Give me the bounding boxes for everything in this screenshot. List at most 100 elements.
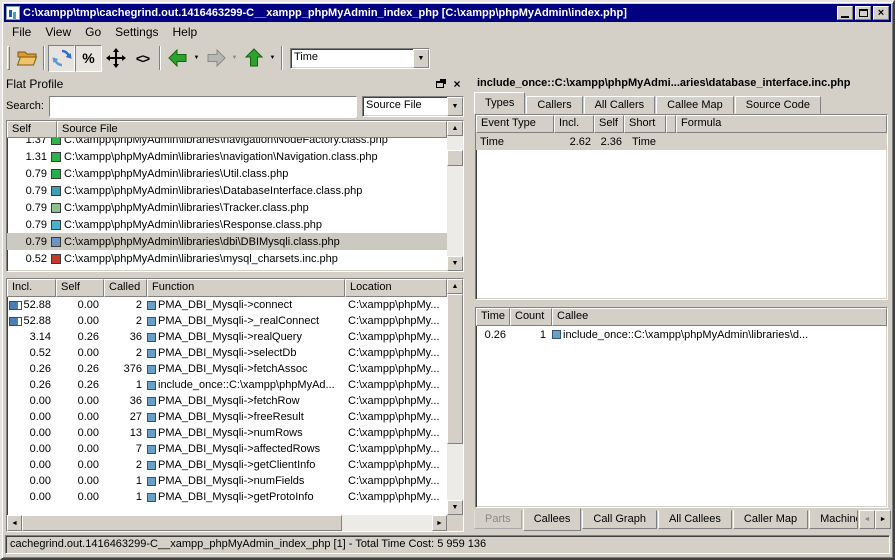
column-header-formula[interactable]: Formula bbox=[676, 115, 887, 133]
vertical-scrollbar[interactable]: ▲ ▼ bbox=[447, 279, 463, 515]
table-row[interactable]: 0.000.007 PMA_DBI_Mysqli->affectedRows C… bbox=[7, 441, 447, 457]
tab-callers[interactable]: Callers bbox=[526, 96, 582, 114]
column-header-self[interactable]: Self bbox=[594, 115, 624, 133]
tab-all-callers[interactable]: All Callers bbox=[584, 96, 656, 114]
scrollbar-thumb[interactable] bbox=[22, 515, 342, 531]
column-header-location[interactable]: Location bbox=[345, 279, 447, 297]
menu-go[interactable]: Go bbox=[78, 23, 108, 41]
cost-bar-icon bbox=[9, 301, 22, 310]
app-window: C:\xampp\tmp\cachegrind.out.1416463299-C… bbox=[0, 0, 895, 560]
column-header-incl[interactable]: Incl. bbox=[554, 115, 594, 133]
detail-pane: include_once::C:\xampp\phpMyAdmi...aries… bbox=[472, 76, 891, 532]
expand-areas-button[interactable] bbox=[102, 45, 129, 72]
list-item[interactable]: 0.52C:\xampp\phpMyAdmin\libraries\user_p… bbox=[7, 267, 447, 271]
cycle-detection-button[interactable] bbox=[48, 45, 75, 72]
scrollbar-thumb[interactable] bbox=[447, 150, 463, 166]
list-item[interactable]: 1.31C:\xampp\phpMyAdmin\libraries\naviga… bbox=[7, 148, 447, 165]
scroll-left-button[interactable]: ◄ bbox=[7, 515, 22, 531]
tab-source-code[interactable]: Source Code bbox=[735, 96, 821, 114]
percentage-button[interactable]: % bbox=[75, 45, 102, 72]
list-item[interactable]: 1.37C:\xampp\phpMyAdmin\libraries\naviga… bbox=[7, 138, 447, 148]
pane-splitter[interactable] bbox=[472, 300, 891, 307]
tab-scroll-right-button[interactable]: ► bbox=[875, 510, 891, 529]
scrollbar-track[interactable] bbox=[22, 515, 432, 531]
column-header-self[interactable]: Self bbox=[56, 279, 104, 297]
scroll-up-button[interactable]: ▲ bbox=[447, 121, 463, 136]
forward-button[interactable] bbox=[202, 45, 229, 72]
column-header-function[interactable]: Function bbox=[147, 279, 345, 297]
table-row[interactable]: 3.140.2636 PMA_DBI_Mysqli->realQuery C:\… bbox=[7, 329, 447, 345]
maximize-button[interactable] bbox=[855, 6, 871, 20]
tab-scroll-left-button[interactable]: ◄ bbox=[859, 510, 875, 529]
menu-file[interactable]: File bbox=[5, 23, 38, 41]
table-row[interactable]: 0.000.0027 PMA_DBI_Mysqli->freeResult C:… bbox=[7, 409, 447, 425]
table-row[interactable]: 0.000.0036 PMA_DBI_Mysqli->fetchRow C:\x… bbox=[7, 393, 447, 409]
close-dock-button[interactable]: × bbox=[450, 78, 464, 91]
back-button[interactable] bbox=[164, 45, 191, 72]
column-header-short[interactable]: Short bbox=[624, 115, 666, 133]
dock-title-bar[interactable]: Flat Profile × bbox=[4, 76, 466, 92]
tab-caller-map[interactable]: Caller Map bbox=[733, 510, 808, 529]
tab-parts[interactable]: Parts bbox=[474, 510, 522, 529]
open-file-button[interactable] bbox=[13, 45, 40, 72]
list-item[interactable]: 0.52C:\xampp\phpMyAdmin\libraries\mysql_… bbox=[7, 250, 447, 267]
list-item[interactable]: 0.79C:\xampp\phpMyAdmin\libraries\Util.c… bbox=[7, 165, 447, 182]
callee-row[interactable]: 0.26 1 include_once::C:\xampp\phpMyAdmin… bbox=[476, 326, 887, 343]
scroll-down-button[interactable]: ▼ bbox=[447, 256, 463, 271]
back-dropdown-caret[interactable]: ▼ bbox=[191, 45, 202, 72]
up-dropdown-caret[interactable]: ▼ bbox=[267, 45, 278, 72]
scroll-right-button[interactable]: ► bbox=[432, 515, 447, 531]
tab-machine-code[interactable]: Machine bbox=[809, 510, 858, 529]
title-bar[interactable]: C:\xampp\tmp\cachegrind.out.1416463299-C… bbox=[4, 4, 891, 22]
relative-cost-button[interactable]: <> bbox=[129, 45, 156, 72]
scrollbar-track[interactable] bbox=[447, 136, 463, 256]
column-header-event-type[interactable]: Event Type bbox=[476, 115, 554, 133]
search-input[interactable] bbox=[50, 97, 356, 118]
column-header-count[interactable]: Count bbox=[510, 308, 552, 326]
float-dock-button[interactable] bbox=[433, 78, 447, 91]
menu-settings[interactable]: Settings bbox=[108, 23, 165, 41]
tab-all-callees[interactable]: All Callees bbox=[658, 510, 732, 529]
column-header-time[interactable]: Time bbox=[476, 308, 510, 326]
tab-call-graph[interactable]: Call Graph bbox=[582, 510, 657, 529]
up-button[interactable] bbox=[240, 45, 267, 72]
scroll-up-button[interactable]: ▲ bbox=[447, 279, 463, 294]
menu-help[interactable]: Help bbox=[166, 23, 205, 41]
minimize-button[interactable] bbox=[837, 6, 853, 20]
forward-dropdown-caret[interactable]: ▼ bbox=[229, 45, 240, 72]
table-row[interactable]: 52.88 0.002 PMA_DBI_Mysqli->_realConnect… bbox=[7, 313, 447, 329]
close-button[interactable]: × bbox=[873, 6, 889, 20]
list-item[interactable]: 0.79C:\xampp\phpMyAdmin\libraries\Respon… bbox=[7, 216, 447, 233]
tab-types[interactable]: Types bbox=[474, 92, 525, 114]
combo-dropdown-button[interactable]: ▼ bbox=[413, 49, 429, 68]
table-row[interactable]: 0.000.001 PMA_DBI_Mysqli->getProtoInfo C… bbox=[7, 489, 447, 505]
scroll-down-button[interactable]: ▼ bbox=[447, 500, 463, 515]
scrollbar-thumb[interactable] bbox=[447, 294, 463, 444]
table-row[interactable]: 0.000.002 PMA_DBI_Mysqli->getClientInfo … bbox=[7, 457, 447, 473]
scrollbar-track[interactable] bbox=[447, 294, 463, 500]
event-type-combobox[interactable]: Time ▼ bbox=[290, 48, 430, 69]
horizontal-scrollbar[interactable]: ◄ ► bbox=[7, 515, 463, 531]
list-item-selected[interactable]: 0.79C:\xampp\phpMyAdmin\libraries\dbi\DB… bbox=[7, 233, 447, 250]
table-row[interactable]: 52.88 0.002 PMA_DBI_Mysqli->connect C:\x… bbox=[7, 297, 447, 313]
table-row[interactable]: 0.260.261 include_once::C:\xampp\phpMyAd… bbox=[7, 377, 447, 393]
event-type-row-selected[interactable]: Time 2.62 2.36 Time bbox=[476, 133, 887, 150]
tab-callee-map[interactable]: Callee Map bbox=[656, 96, 734, 114]
toolbar-handle[interactable] bbox=[7, 46, 10, 70]
tab-callees[interactable]: Callees bbox=[523, 508, 582, 531]
table-row[interactable]: 0.520.002 PMA_DBI_Mysqli->selectDb C:\xa… bbox=[7, 345, 447, 361]
table-row[interactable]: 0.000.0013 PMA_DBI_Mysqli->numRows C:\xa… bbox=[7, 425, 447, 441]
combo-dropdown-button[interactable]: ▼ bbox=[447, 97, 463, 116]
column-header-callee[interactable]: Callee bbox=[552, 308, 887, 326]
list-item[interactable]: 0.79C:\xampp\phpMyAdmin\libraries\Tracke… bbox=[7, 199, 447, 216]
table-row[interactable]: 0.260.26376 PMA_DBI_Mysqli->fetchAssoc C… bbox=[7, 361, 447, 377]
column-header-self[interactable]: Self bbox=[7, 121, 57, 138]
list-item[interactable]: 0.79C:\xampp\phpMyAdmin\libraries\Databa… bbox=[7, 182, 447, 199]
column-header-called[interactable]: Called bbox=[104, 279, 147, 297]
column-header-source-file[interactable]: Source File bbox=[57, 121, 447, 138]
column-header-incl[interactable]: Incl. bbox=[7, 279, 56, 297]
vertical-scrollbar[interactable]: ▲ ▼ bbox=[447, 121, 463, 271]
menu-view[interactable]: View bbox=[38, 23, 78, 41]
table-row[interactable]: 0.000.001 PMA_DBI_Mysqli->numFields C:\x… bbox=[7, 473, 447, 489]
grouping-combobox[interactable]: Source File ▼ bbox=[362, 96, 464, 117]
